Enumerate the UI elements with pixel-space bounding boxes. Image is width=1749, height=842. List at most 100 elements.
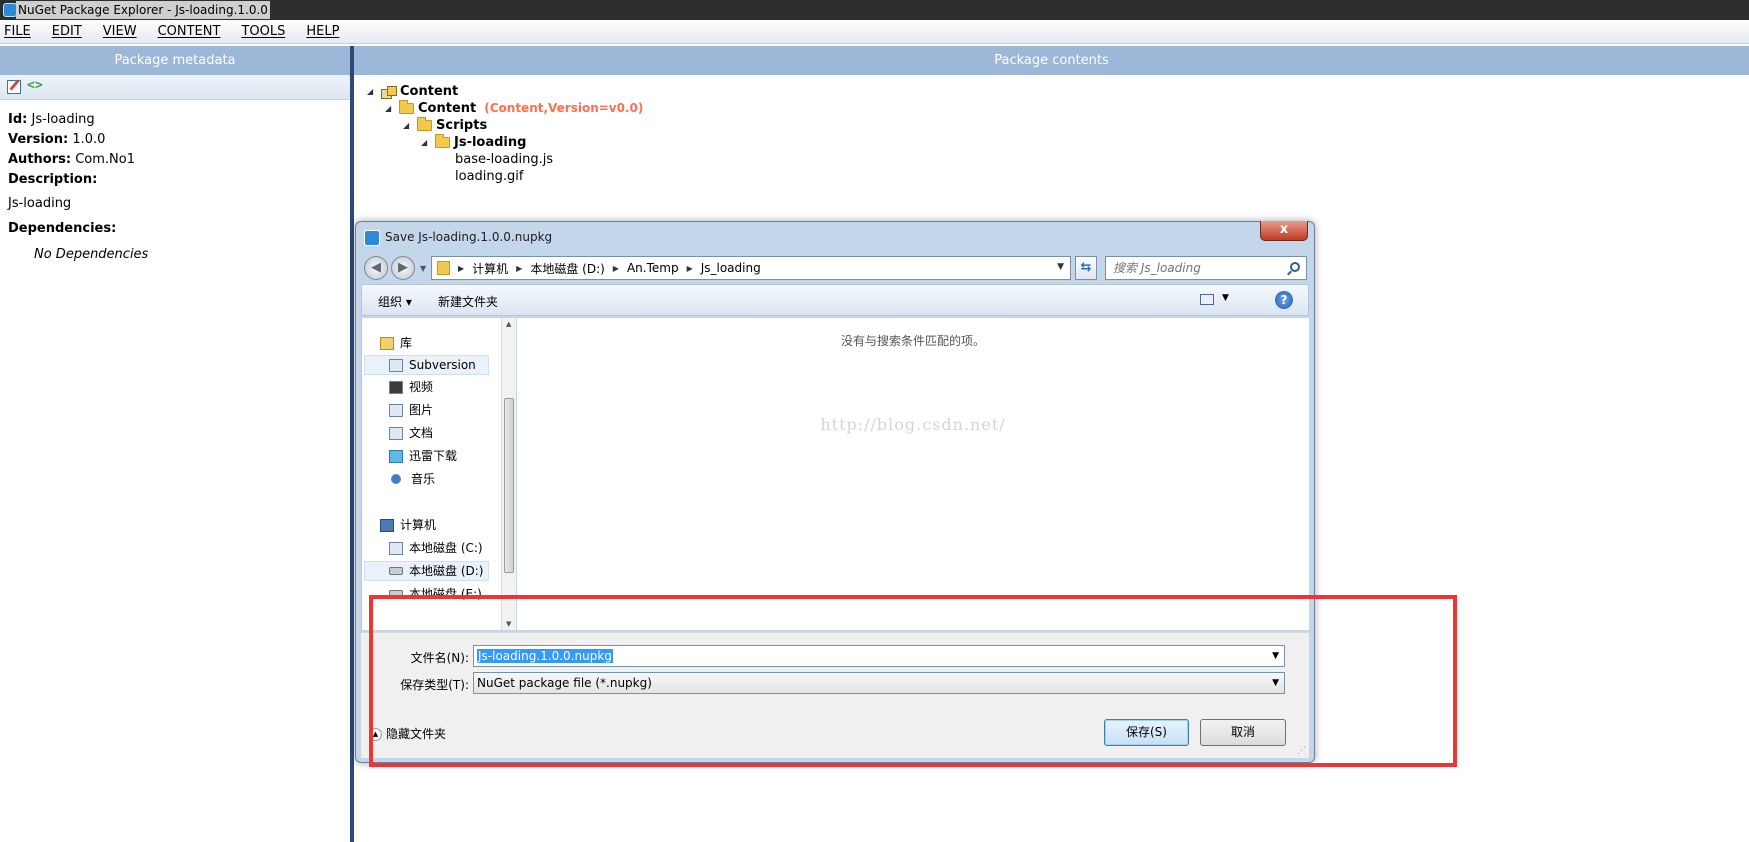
save-options-area: 文件名(N): Js-loading.1.0.0.nupkg ▼ 保存类型(T)…: [361, 632, 1309, 758]
back-button[interactable]: ◀: [364, 256, 388, 280]
tree-file-label: base-loading.js: [455, 152, 554, 167]
hide-folders-toggle[interactable]: ▲ 隐藏文件夹: [369, 725, 446, 742]
pictures-icon: [389, 403, 403, 417]
search-icon[interactable]: [1290, 262, 1300, 272]
empty-results-message: 没有与搜索条件匹配的项。: [840, 334, 985, 348]
collapse-arrow-icon[interactable]: ◢: [403, 117, 413, 134]
nav-item-drive-d[interactable]: 本地磁盘 (D:): [364, 561, 489, 581]
nav-item-label: 计算机: [400, 518, 437, 532]
tree-scripts-label: Scripts: [436, 118, 488, 133]
drive-icon: [389, 567, 403, 575]
savetype-label: 保存类型(T):: [400, 678, 469, 692]
collapse-arrow-icon[interactable]: ◢: [385, 100, 395, 117]
organize-button[interactable]: 组织 ▾: [378, 293, 412, 310]
breadcrumb-an-temp[interactable]: An.Temp: [627, 261, 679, 275]
nav-item-xunlei[interactable]: 迅雷下载: [389, 446, 457, 466]
folder-icon: [399, 100, 414, 114]
hide-folders-label: 隐藏文件夹: [386, 727, 447, 741]
forward-button[interactable]: ▶: [391, 256, 415, 280]
nav-scrollbar[interactable]: ▲ ▼: [501, 318, 516, 630]
nav-item-subversion[interactable]: Subversion: [364, 355, 489, 375]
new-folder-button[interactable]: 新建文件夹: [438, 293, 498, 310]
title-bar: NuGet Package Explorer - Js-loading.1.0.…: [0, 0, 1749, 20]
edit-metadata-icon[interactable]: [7, 80, 21, 94]
nav-item-documents[interactable]: 文档: [389, 423, 433, 443]
breadcrumb-separator-icon[interactable]: ▶: [613, 264, 619, 273]
savetype-dropdown-icon[interactable]: ▼: [1272, 673, 1279, 693]
menu-content[interactable]: CONTENT: [158, 24, 221, 39]
savetype-value: NuGet package file (*.nupkg): [477, 676, 652, 690]
tree-node-content[interactable]: ◢ Content (Content,Version=v0.0): [385, 100, 643, 117]
nav-item-drive-e[interactable]: 本地磁盘 (E:): [389, 584, 482, 604]
scroll-down-icon[interactable]: ▼: [506, 620, 511, 628]
folder-icon: [437, 261, 450, 275]
library-icon: [380, 336, 394, 350]
view-options-icon[interactable]: [1200, 294, 1214, 305]
savetype-select[interactable]: NuGet package file (*.nupkg) ▼: [473, 672, 1285, 694]
nav-item-label: 迅雷下载: [409, 449, 458, 463]
nav-item-drive-c[interactable]: 本地磁盘 (C:): [389, 538, 483, 558]
scrollbar-thumb[interactable]: [504, 398, 514, 573]
authors-value: Com.No1: [75, 152, 135, 167]
nav-item-library[interactable]: 库: [380, 333, 412, 353]
authors-label: Authors:: [8, 152, 72, 167]
tree-node-scripts[interactable]: ◢ Scripts: [403, 117, 487, 134]
nav-item-video[interactable]: 视频: [389, 377, 433, 397]
documents-icon: [389, 426, 403, 440]
collapse-arrow-icon[interactable]: ◢: [421, 134, 431, 151]
search-box[interactable]: [1105, 256, 1307, 280]
breadcrumb-js-loading[interactable]: Js_loading: [701, 261, 761, 275]
filename-input[interactable]: Js-loading.1.0.0.nupkg ▼: [473, 645, 1285, 667]
tree-file-loading-gif[interactable]: loading.gif: [455, 168, 523, 185]
description-label: Description:: [8, 172, 98, 187]
collapse-arrow-icon[interactable]: ◢: [367, 83, 377, 100]
breadcrumb-separator-icon[interactable]: ▶: [516, 264, 522, 273]
edit-source-icon[interactable]: <>: [27, 78, 43, 93]
refresh-button[interactable]: ⇆: [1075, 256, 1097, 280]
dialog-app-icon: [364, 230, 380, 246]
cancel-button[interactable]: 取消: [1200, 719, 1286, 746]
close-button[interactable]: x: [1260, 221, 1308, 241]
version-label: Version:: [8, 132, 69, 147]
menu-tools[interactable]: TOOLS: [241, 24, 285, 39]
watermark: http://blog.csdn.net/: [820, 415, 1006, 434]
folder-icon: [417, 117, 432, 131]
menu-edit[interactable]: EDIT: [52, 24, 82, 39]
file-list-pane[interactable]: 没有与搜索条件匹配的项。 http://blog.csdn.net/: [517, 318, 1309, 630]
tree-node-root[interactable]: ◢ Content: [367, 83, 458, 100]
tree-file-base-loading[interactable]: base-loading.js: [455, 151, 553, 168]
package-content-icon: [381, 85, 397, 99]
breadcrumb-separator-icon[interactable]: ▶: [458, 264, 464, 273]
dialog-title: Save Js-loading.1.0.0.nupkg: [385, 230, 553, 244]
nav-item-computer[interactable]: 计算机: [380, 515, 436, 535]
video-icon: [389, 380, 403, 394]
breadcrumb-drive-d[interactable]: 本地磁盘 (D:): [530, 260, 604, 277]
address-dropdown-icon[interactable]: ▼: [1057, 262, 1064, 272]
scroll-up-icon[interactable]: ▲: [506, 320, 511, 328]
metadata-toolbar: <>: [0, 75, 350, 100]
save-dialog: Save Js-loading.1.0.0.nupkg x ◀ ▶ ▼ ▶ 计算…: [355, 221, 1315, 763]
nav-item-label: 库: [400, 336, 413, 350]
tree-node-jsloading[interactable]: ◢ Js-loading: [421, 134, 526, 151]
address-bar[interactable]: ▶ 计算机 ▶ 本地磁盘 (D:) ▶ An.Temp ▶ Js_loading…: [431, 256, 1071, 280]
nav-item-pictures[interactable]: 图片: [389, 400, 433, 420]
tree-file-label: loading.gif: [455, 169, 524, 184]
search-input[interactable]: [1106, 257, 1276, 279]
nav-item-music[interactable]: 音乐: [391, 469, 435, 489]
help-icon[interactable]: ?: [1275, 291, 1293, 309]
tree-content-meta: (Content,Version=v0.0): [484, 101, 644, 115]
menu-file[interactable]: FILE: [4, 24, 31, 39]
save-button[interactable]: 保存(S): [1104, 719, 1189, 746]
history-dropdown-icon[interactable]: ▼: [420, 264, 426, 273]
view-dropdown-icon[interactable]: ▼: [1222, 293, 1229, 303]
menu-help[interactable]: HELP: [306, 24, 339, 39]
filename-value: Js-loading.1.0.0.nupkg: [477, 649, 613, 663]
filename-dropdown-icon[interactable]: ▼: [1272, 646, 1279, 666]
breadcrumb-separator-icon[interactable]: ▶: [687, 264, 693, 273]
breadcrumb-computer[interactable]: 计算机: [472, 260, 508, 277]
menu-bar: FILE EDIT VIEW CONTENT TOOLS HELP: [0, 20, 1749, 44]
metadata-list: Id: Js-loading Version: 1.0.0 Authors: C…: [0, 100, 350, 265]
system-drive-icon: [389, 541, 403, 555]
resize-grip-icon[interactable]: ⋰: [1297, 746, 1306, 756]
menu-view[interactable]: VIEW: [103, 24, 137, 39]
